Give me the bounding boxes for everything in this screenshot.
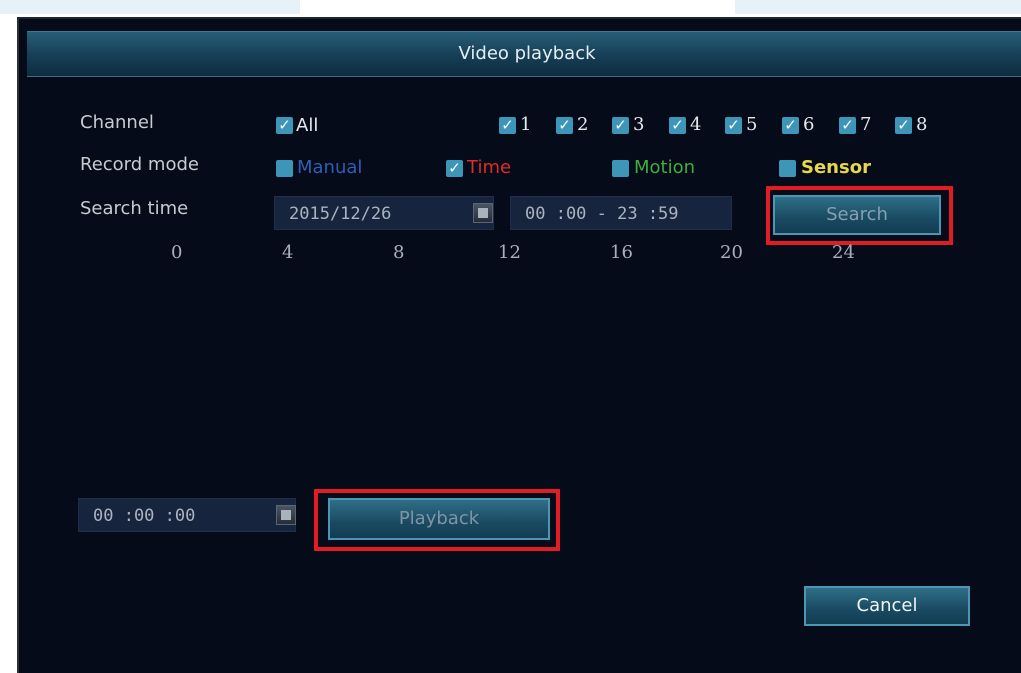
timeline-tick: 20 <box>720 242 743 263</box>
top-band-left <box>0 0 300 14</box>
channel-1-label: 1 <box>520 114 532 135</box>
search-highlight-box <box>766 186 953 245</box>
mode-time-label: Time <box>467 157 512 178</box>
playback-highlight-box <box>314 489 560 551</box>
channel-6-label: 6 <box>803 114 815 135</box>
channel-all-label: All <box>296 115 319 136</box>
mode-time-checkbox[interactable]: ✓ <box>446 160 463 177</box>
channel-2-checkbox[interactable]: ✓ <box>556 117 573 134</box>
time-range-value: 00 :00 - 23 :59 <box>525 204 679 224</box>
channel-6-checkbox[interactable]: ✓ <box>782 117 799 134</box>
dialog-title: Video playback <box>27 31 1021 77</box>
mode-sensor-checkbox[interactable] <box>779 160 796 177</box>
search-date-value: 2015/12/26 <box>289 204 392 224</box>
channel-3-checkbox[interactable]: ✓ <box>612 117 629 134</box>
mode-motion-checkbox[interactable] <box>612 160 629 177</box>
channel-5-label: 5 <box>746 114 758 135</box>
search-time-label: Search time <box>80 198 189 219</box>
channel-7-checkbox[interactable]: ✓ <box>839 117 856 134</box>
channel-4-label: 4 <box>690 114 702 135</box>
mode-sensor-label: Sensor <box>801 157 871 178</box>
mode-motion-label: Motion <box>634 157 696 178</box>
timeline-tick: 0 <box>171 242 183 263</box>
timeline-tick: 8 <box>393 242 405 263</box>
record-mode-label: Record mode <box>80 154 199 175</box>
timeline-tick: 12 <box>498 242 521 263</box>
time-range-field[interactable]: 00 :00 - 23 :59 <box>510 196 732 230</box>
channel-4-checkbox[interactable]: ✓ <box>669 117 686 134</box>
channel-7-label: 7 <box>860 114 872 135</box>
channel-1-checkbox[interactable]: ✓ <box>499 117 516 134</box>
playback-time-value: 00 :00 :00 <box>93 506 196 526</box>
mode-manual-checkbox[interactable] <box>276 160 293 177</box>
cancel-button[interactable]: Cancel <box>804 586 970 626</box>
channel-3-label: 3 <box>633 114 645 135</box>
channel-5-checkbox[interactable]: ✓ <box>725 117 742 134</box>
playback-time-field[interactable]: 00 :00 :00 <box>78 498 296 532</box>
clock-icon[interactable] <box>276 505 296 525</box>
calendar-icon[interactable] <box>473 203 493 223</box>
channel-8-checkbox[interactable]: ✓ <box>895 117 912 134</box>
timeline-tick: 24 <box>832 242 855 263</box>
channel-all-checkbox[interactable]: ✓ <box>276 117 293 134</box>
channel-8-label: 8 <box>916 114 928 135</box>
channel-label: Channel <box>80 112 154 133</box>
timeline-tick: 4 <box>282 242 294 263</box>
mode-manual-label: Manual <box>297 157 363 178</box>
top-band-right <box>735 0 1021 14</box>
channel-2-label: 2 <box>577 114 589 135</box>
timeline-tick: 16 <box>610 242 633 263</box>
search-date-field[interactable]: 2015/12/26 <box>274 196 494 230</box>
